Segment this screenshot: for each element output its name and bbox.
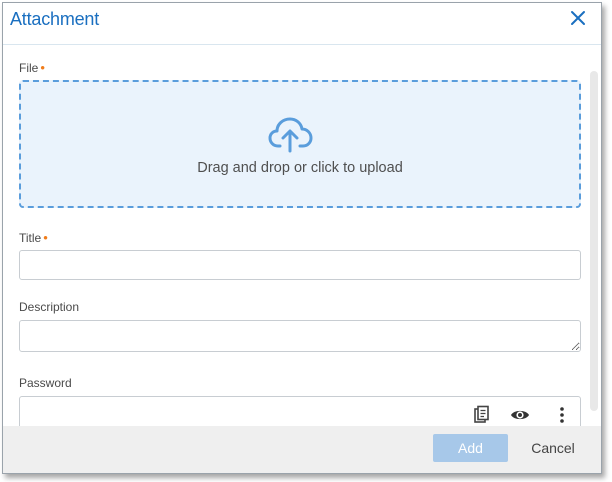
close-icon[interactable]: [568, 8, 588, 28]
title-label: Title •: [19, 230, 48, 245]
title-input[interactable]: [19, 250, 581, 280]
dialog-title: Attachment: [10, 9, 100, 29]
password-input[interactable]: [20, 397, 460, 426]
password-label: Password: [19, 376, 72, 390]
eye-icon[interactable]: [510, 405, 530, 425]
more-vertical-icon[interactable]: [552, 405, 572, 425]
clipboard-icon[interactable]: [472, 405, 492, 425]
title-label-text: Title: [19, 231, 42, 245]
required-marker: •: [40, 60, 45, 75]
required-marker: •: [43, 230, 48, 245]
description-textarea[interactable]: [19, 320, 581, 352]
dropzone-text: Drag and drop or click to upload: [197, 160, 403, 176]
cloud-upload-icon: [267, 114, 315, 154]
file-label-text: File: [19, 61, 39, 75]
description-label: Description: [19, 300, 80, 314]
attachment-dialog: Attachment File • Drag and drop or click …: [2, 2, 602, 474]
dialog-footer: Add Cancel: [3, 426, 601, 473]
dialog-header: Attachment: [3, 3, 601, 45]
file-label: File •: [19, 60, 45, 75]
scrollbar[interactable]: [590, 71, 598, 411]
dialog-body: File • Drag and drop or click to upload T…: [3, 46, 601, 426]
file-dropzone[interactable]: Drag and drop or click to upload: [19, 80, 581, 208]
add-button[interactable]: Add: [433, 434, 508, 462]
password-field: [19, 396, 581, 426]
cancel-button[interactable]: Cancel: [521, 434, 585, 462]
